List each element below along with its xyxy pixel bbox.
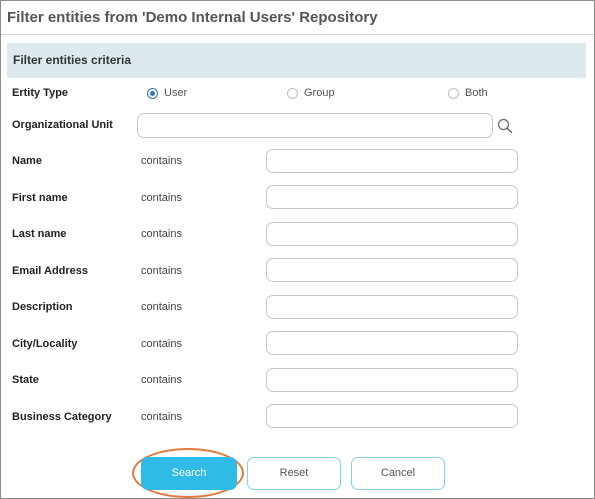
criteria-label-first-name: First name — [12, 192, 68, 204]
org-unit-label: Organizational Unit — [12, 119, 113, 131]
dialog-title: Filter entities from 'Demo Internal User… — [7, 9, 378, 26]
reset-button[interactable]: Reset — [247, 457, 341, 490]
criteria-operator-city: contains — [141, 338, 182, 350]
criteria-label-description: Description — [12, 301, 73, 313]
radio-group[interactable] — [287, 88, 298, 99]
criteria-operator-business-category: contains — [141, 411, 182, 423]
criteria-operator-last-name: contains — [141, 228, 182, 240]
entity-type-label: Ertity Type — [12, 87, 69, 99]
last-name-input[interactable] — [266, 222, 518, 246]
org-unit-input[interactable] — [137, 113, 493, 138]
state-input[interactable] — [266, 368, 518, 392]
criteria-label-city: City/Locality — [12, 338, 78, 350]
criteria-label-name: Name — [12, 155, 42, 167]
cancel-button[interactable]: Cancel — [351, 457, 445, 490]
search-button[interactable]: Search — [141, 457, 237, 490]
criteria-label-business-category: Business Category — [12, 411, 112, 423]
criteria-operator-email: contains — [141, 265, 182, 277]
filter-entities-dialog: Filter entities from 'Demo Internal User… — [0, 0, 595, 499]
criteria-section-header: Filter entities criteria — [7, 43, 586, 78]
radio-group-label[interactable]: Group — [304, 87, 335, 99]
criteria-label-last-name: Last name — [12, 228, 67, 240]
criteria-label-state: State — [12, 374, 39, 386]
radio-user[interactable] — [147, 88, 158, 99]
criteria-label-email: Email Address — [12, 265, 89, 277]
criteria-operator-name: contains — [141, 155, 182, 167]
business-category-input[interactable] — [266, 404, 518, 428]
search-icon[interactable] — [496, 117, 514, 135]
section-title: Filter entities criteria — [13, 53, 132, 67]
criteria-operator-first-name: contains — [141, 192, 182, 204]
radio-both[interactable] — [448, 88, 459, 99]
criteria-operator-description: contains — [141, 301, 182, 313]
radio-both-label[interactable]: Both — [465, 87, 488, 99]
city-locality-input[interactable] — [266, 331, 518, 355]
radio-user-label[interactable]: User — [164, 87, 187, 99]
description-input[interactable] — [266, 295, 518, 319]
criteria-operator-state: contains — [141, 374, 182, 386]
name-input[interactable] — [266, 149, 518, 173]
first-name-input[interactable] — [266, 185, 518, 209]
email-address-input[interactable] — [266, 258, 518, 282]
title-divider — [1, 34, 594, 35]
